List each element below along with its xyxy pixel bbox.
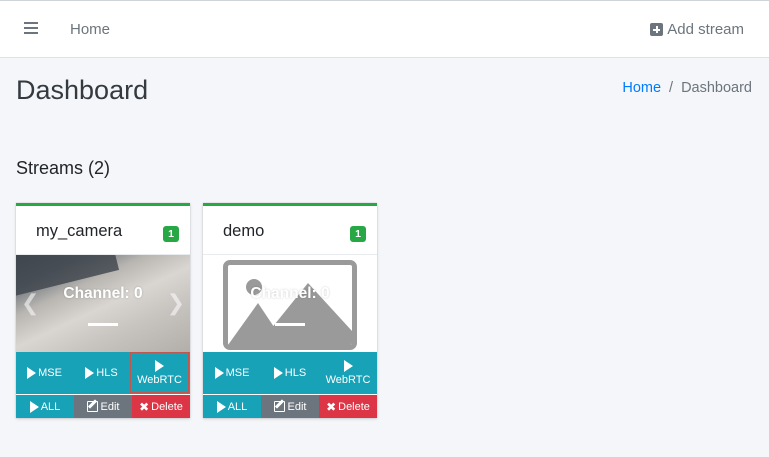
- play-button-row: MSE HLS WebRTC: [16, 352, 190, 394]
- channel-label: Channel: 0: [63, 285, 143, 302]
- close-icon: ✖: [139, 399, 150, 414]
- stream-card-my-camera: my_camera 1 ❮ ❯ Channel: 0 MSE HLS WebRT…: [16, 203, 190, 418]
- delete-button[interactable]: ✖ Delete: [319, 395, 377, 418]
- image-placeholder-icon: [223, 260, 357, 350]
- hamburger-menu-icon[interactable]: [24, 22, 38, 36]
- play-mse-label: MSE: [38, 367, 62, 379]
- play-icon: [85, 367, 95, 379]
- add-stream-button[interactable]: Add stream: [650, 21, 744, 38]
- play-icon: [29, 400, 39, 413]
- delete-label: Delete: [338, 400, 370, 413]
- stream-card-demo: demo 1 Channel: 0 MSE HLS WebRTC ALL Edi…: [203, 203, 377, 418]
- play-icon: [216, 400, 226, 413]
- nav-home-link[interactable]: Home: [70, 21, 110, 38]
- play-all-button[interactable]: ALL: [203, 395, 261, 418]
- delete-label: Delete: [151, 400, 183, 413]
- delete-button[interactable]: ✖ Delete: [132, 395, 190, 418]
- play-button-row: MSE HLS WebRTC: [203, 352, 377, 394]
- channel-label: Channel: 0: [250, 285, 330, 302]
- breadcrumb: Home / Dashboard: [622, 80, 752, 96]
- card-header: demo 1: [203, 206, 377, 255]
- play-webrtc-label: WebRTC: [137, 373, 182, 386]
- card-header: my_camera 1: [16, 206, 190, 255]
- action-button-row: ALL Edit ✖ Delete: [16, 395, 190, 418]
- page-title: Dashboard: [16, 75, 149, 105]
- close-icon: ✖: [326, 399, 337, 414]
- breadcrumb-current: Dashboard: [681, 80, 752, 96]
- edit-button[interactable]: Edit: [261, 395, 319, 418]
- play-all-button[interactable]: ALL: [16, 395, 74, 418]
- edit-label: Edit: [100, 400, 120, 413]
- play-webrtc-button[interactable]: WebRTC: [130, 352, 189, 393]
- play-all-label: ALL: [40, 400, 61, 413]
- stream-preview-carousel[interactable]: ❮ ❯ Channel: 0: [16, 255, 190, 352]
- streams-heading: Streams (2): [16, 158, 111, 178]
- play-icon: [273, 367, 283, 379]
- play-hls-button[interactable]: HLS: [73, 352, 130, 394]
- channel-count-badge: 1: [163, 226, 179, 242]
- carousel-indicator[interactable]: [275, 323, 305, 326]
- play-hls-label: HLS: [96, 367, 118, 379]
- channel-count-badge: 1: [350, 226, 366, 242]
- play-hls-button[interactable]: HLS: [261, 352, 319, 394]
- breadcrumb-home-link[interactable]: Home: [622, 80, 661, 96]
- top-navbar: Home Add stream: [0, 0, 769, 58]
- play-mse-button[interactable]: MSE: [203, 352, 261, 394]
- action-button-row: ALL Edit ✖ Delete: [203, 395, 377, 418]
- play-icon: [27, 367, 37, 379]
- play-icon: [343, 360, 353, 372]
- play-all-label: ALL: [227, 400, 248, 413]
- stream-preview-carousel[interactable]: Channel: 0: [203, 255, 377, 352]
- carousel-indicator[interactable]: [88, 323, 118, 326]
- breadcrumb-separator: /: [669, 80, 674, 96]
- play-hls-label: HLS: [284, 367, 307, 379]
- play-icon: [155, 359, 164, 372]
- play-webrtc-label: WebRTC: [325, 374, 371, 386]
- edit-label: Edit: [287, 400, 307, 413]
- add-stream-label: Add stream: [667, 21, 744, 38]
- stream-name: my_camera: [36, 222, 123, 240]
- play-mse-label: MSE: [225, 367, 250, 379]
- edit-button[interactable]: Edit: [74, 395, 132, 418]
- play-icon: [214, 367, 224, 379]
- plus-square-icon: [650, 23, 664, 36]
- stream-name: demo: [223, 222, 265, 240]
- play-webrtc-button[interactable]: WebRTC: [319, 352, 377, 394]
- edit-icon: [273, 401, 285, 412]
- play-mse-button[interactable]: MSE: [16, 352, 73, 394]
- edit-icon: [86, 401, 98, 412]
